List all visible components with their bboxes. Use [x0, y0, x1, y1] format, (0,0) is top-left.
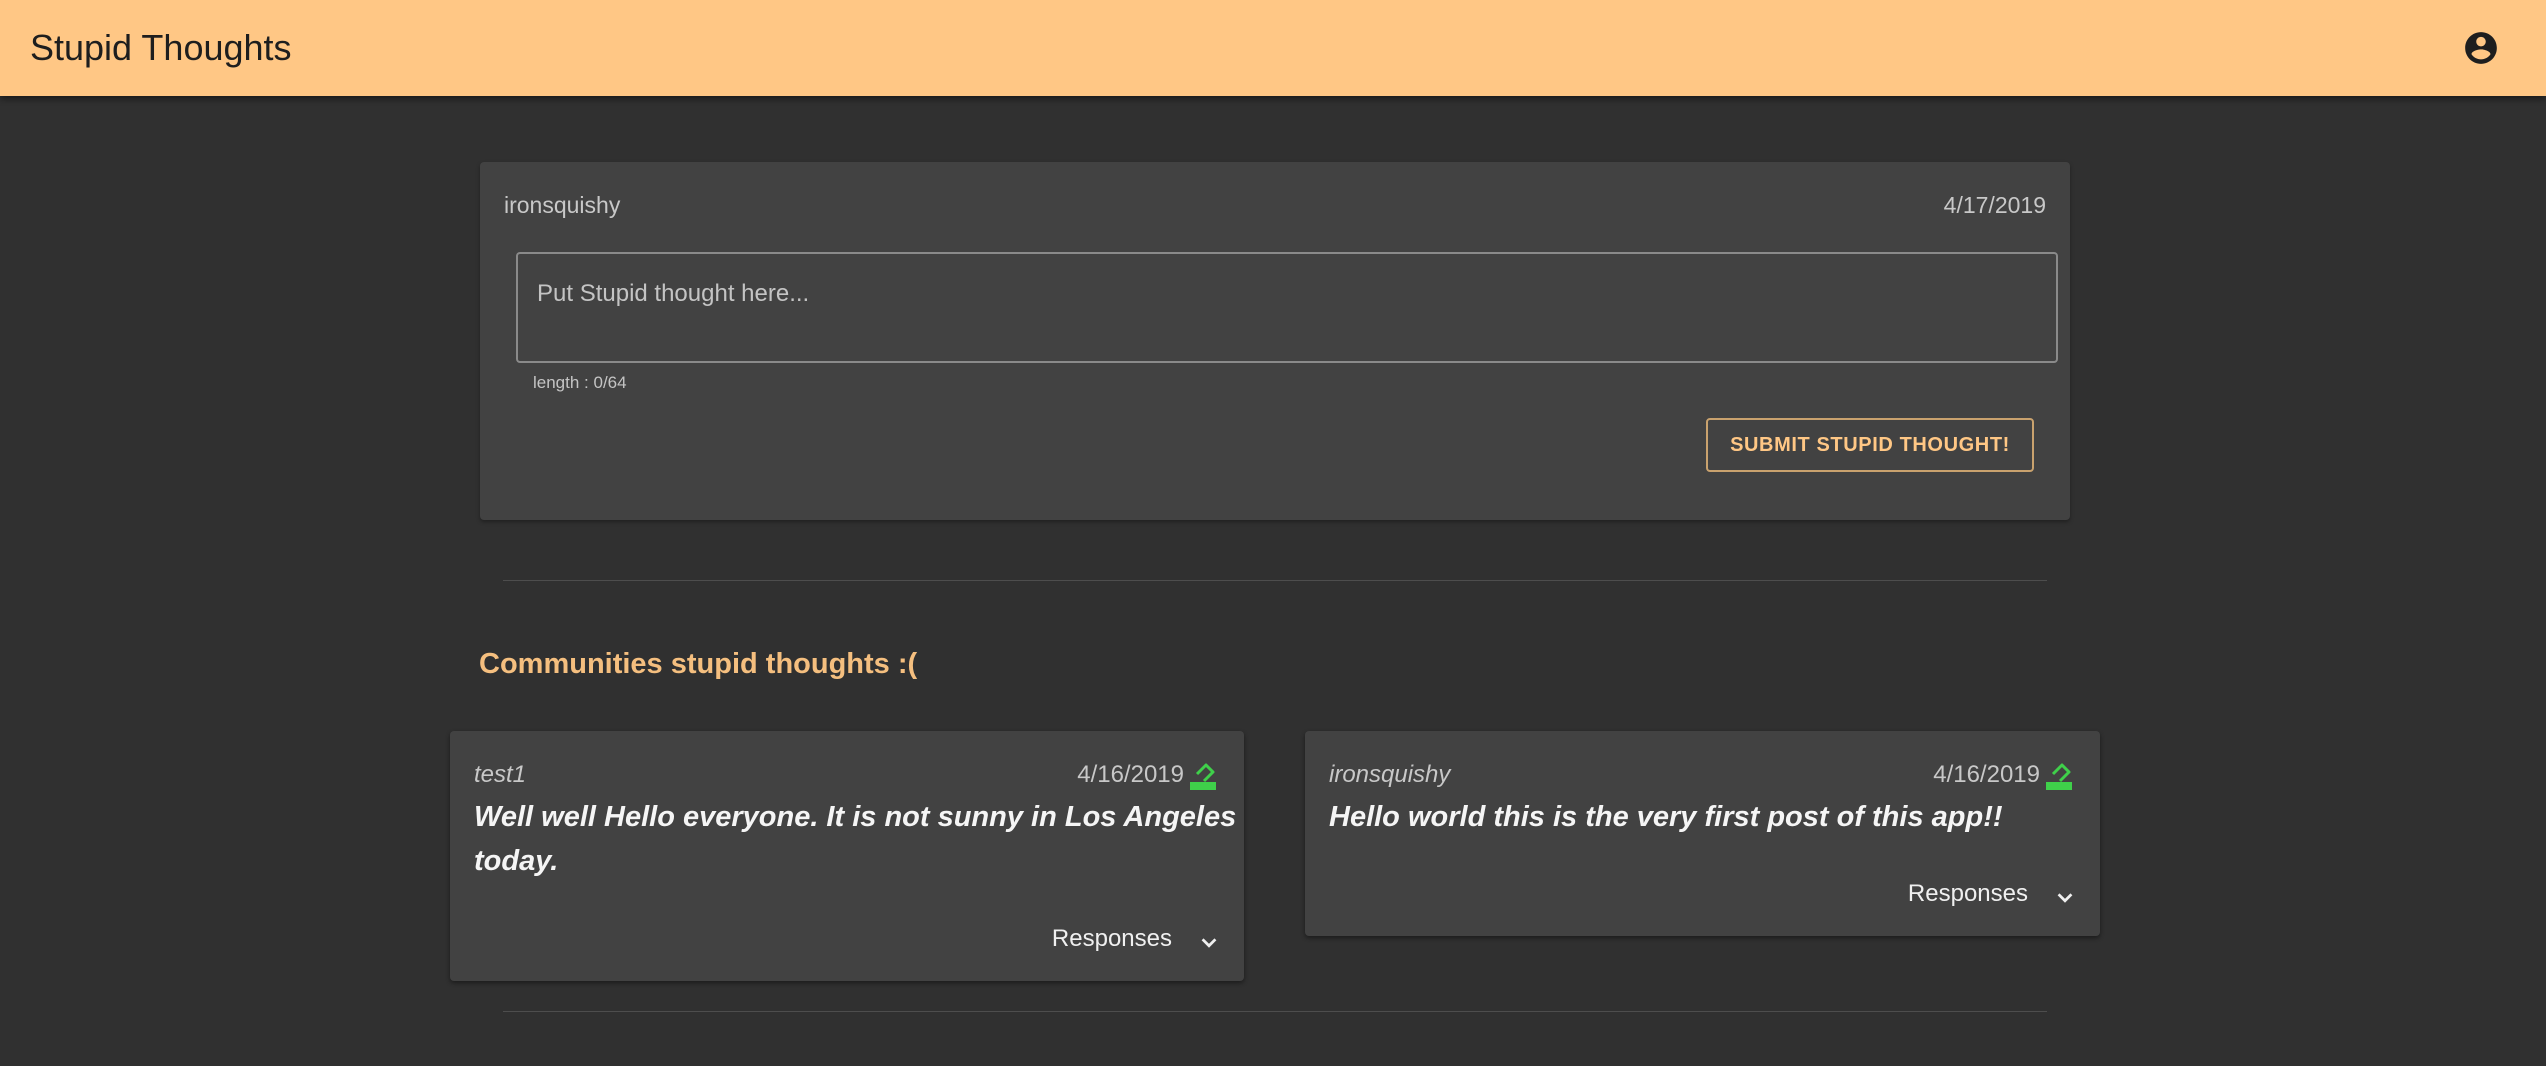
app-title: Stupid Thoughts — [30, 27, 292, 68]
post-text-line: Hello world this is the very first post … — [1329, 801, 2003, 833]
chevron-down-icon — [1201, 938, 1217, 948]
submit-thought-button[interactable]: SUBMIT STUPID THOUGHT! — [1706, 418, 2034, 472]
chevron-down-icon — [2057, 893, 2073, 903]
post-date: 4/16/2019 — [1933, 761, 2040, 788]
post-card: test1 4/16/2019 Well well Hello everyone… — [450, 731, 1244, 981]
feed-title: Communities stupid thoughts :( — [479, 648, 918, 680]
post-date: 4/16/2019 — [1077, 761, 1184, 788]
length-counter: length : 0/64 — [533, 373, 627, 392]
composer-date: 4/17/2019 — [1943, 192, 2046, 218]
green-edit-icon — [1190, 763, 1216, 790]
green-edit-icon — [2046, 763, 2072, 790]
new-thought-card: ironsquishy 4/17/2019 length : 0/64 SUBM… — [480, 162, 2070, 520]
divider — [503, 1011, 2047, 1012]
app-bar: Stupid Thoughts — [0, 0, 2546, 96]
post-card: ironsquishy 4/16/2019 Hello world this i… — [1305, 731, 2100, 936]
composer-username: ironsquishy — [504, 192, 621, 218]
responses-label: Responses — [1907, 880, 2028, 907]
post-text-line: today. — [474, 845, 559, 877]
account-button[interactable] — [2462, 29, 2500, 67]
responses-toggle[interactable]: Responses — [1052, 919, 1220, 959]
account-circle-icon — [2465, 32, 2497, 64]
responses-label: Responses — [1051, 925, 1172, 952]
post-edit-button[interactable] — [1188, 757, 1218, 791]
post-author: ironsquishy — [1329, 761, 1451, 788]
post-text-line: Well well Hello everyone. It is not sunn… — [474, 801, 1237, 833]
post-author: test1 — [474, 761, 527, 788]
post-text: Well well Hello everyone. It is not sunn… — [474, 795, 1236, 883]
responses-toggle[interactable]: Responses — [1908, 874, 2076, 914]
post-text: Hello world this is the very first post … — [1329, 795, 2003, 839]
thought-input[interactable] — [516, 252, 2058, 363]
divider — [503, 580, 2047, 581]
post-edit-button[interactable] — [2044, 757, 2074, 791]
